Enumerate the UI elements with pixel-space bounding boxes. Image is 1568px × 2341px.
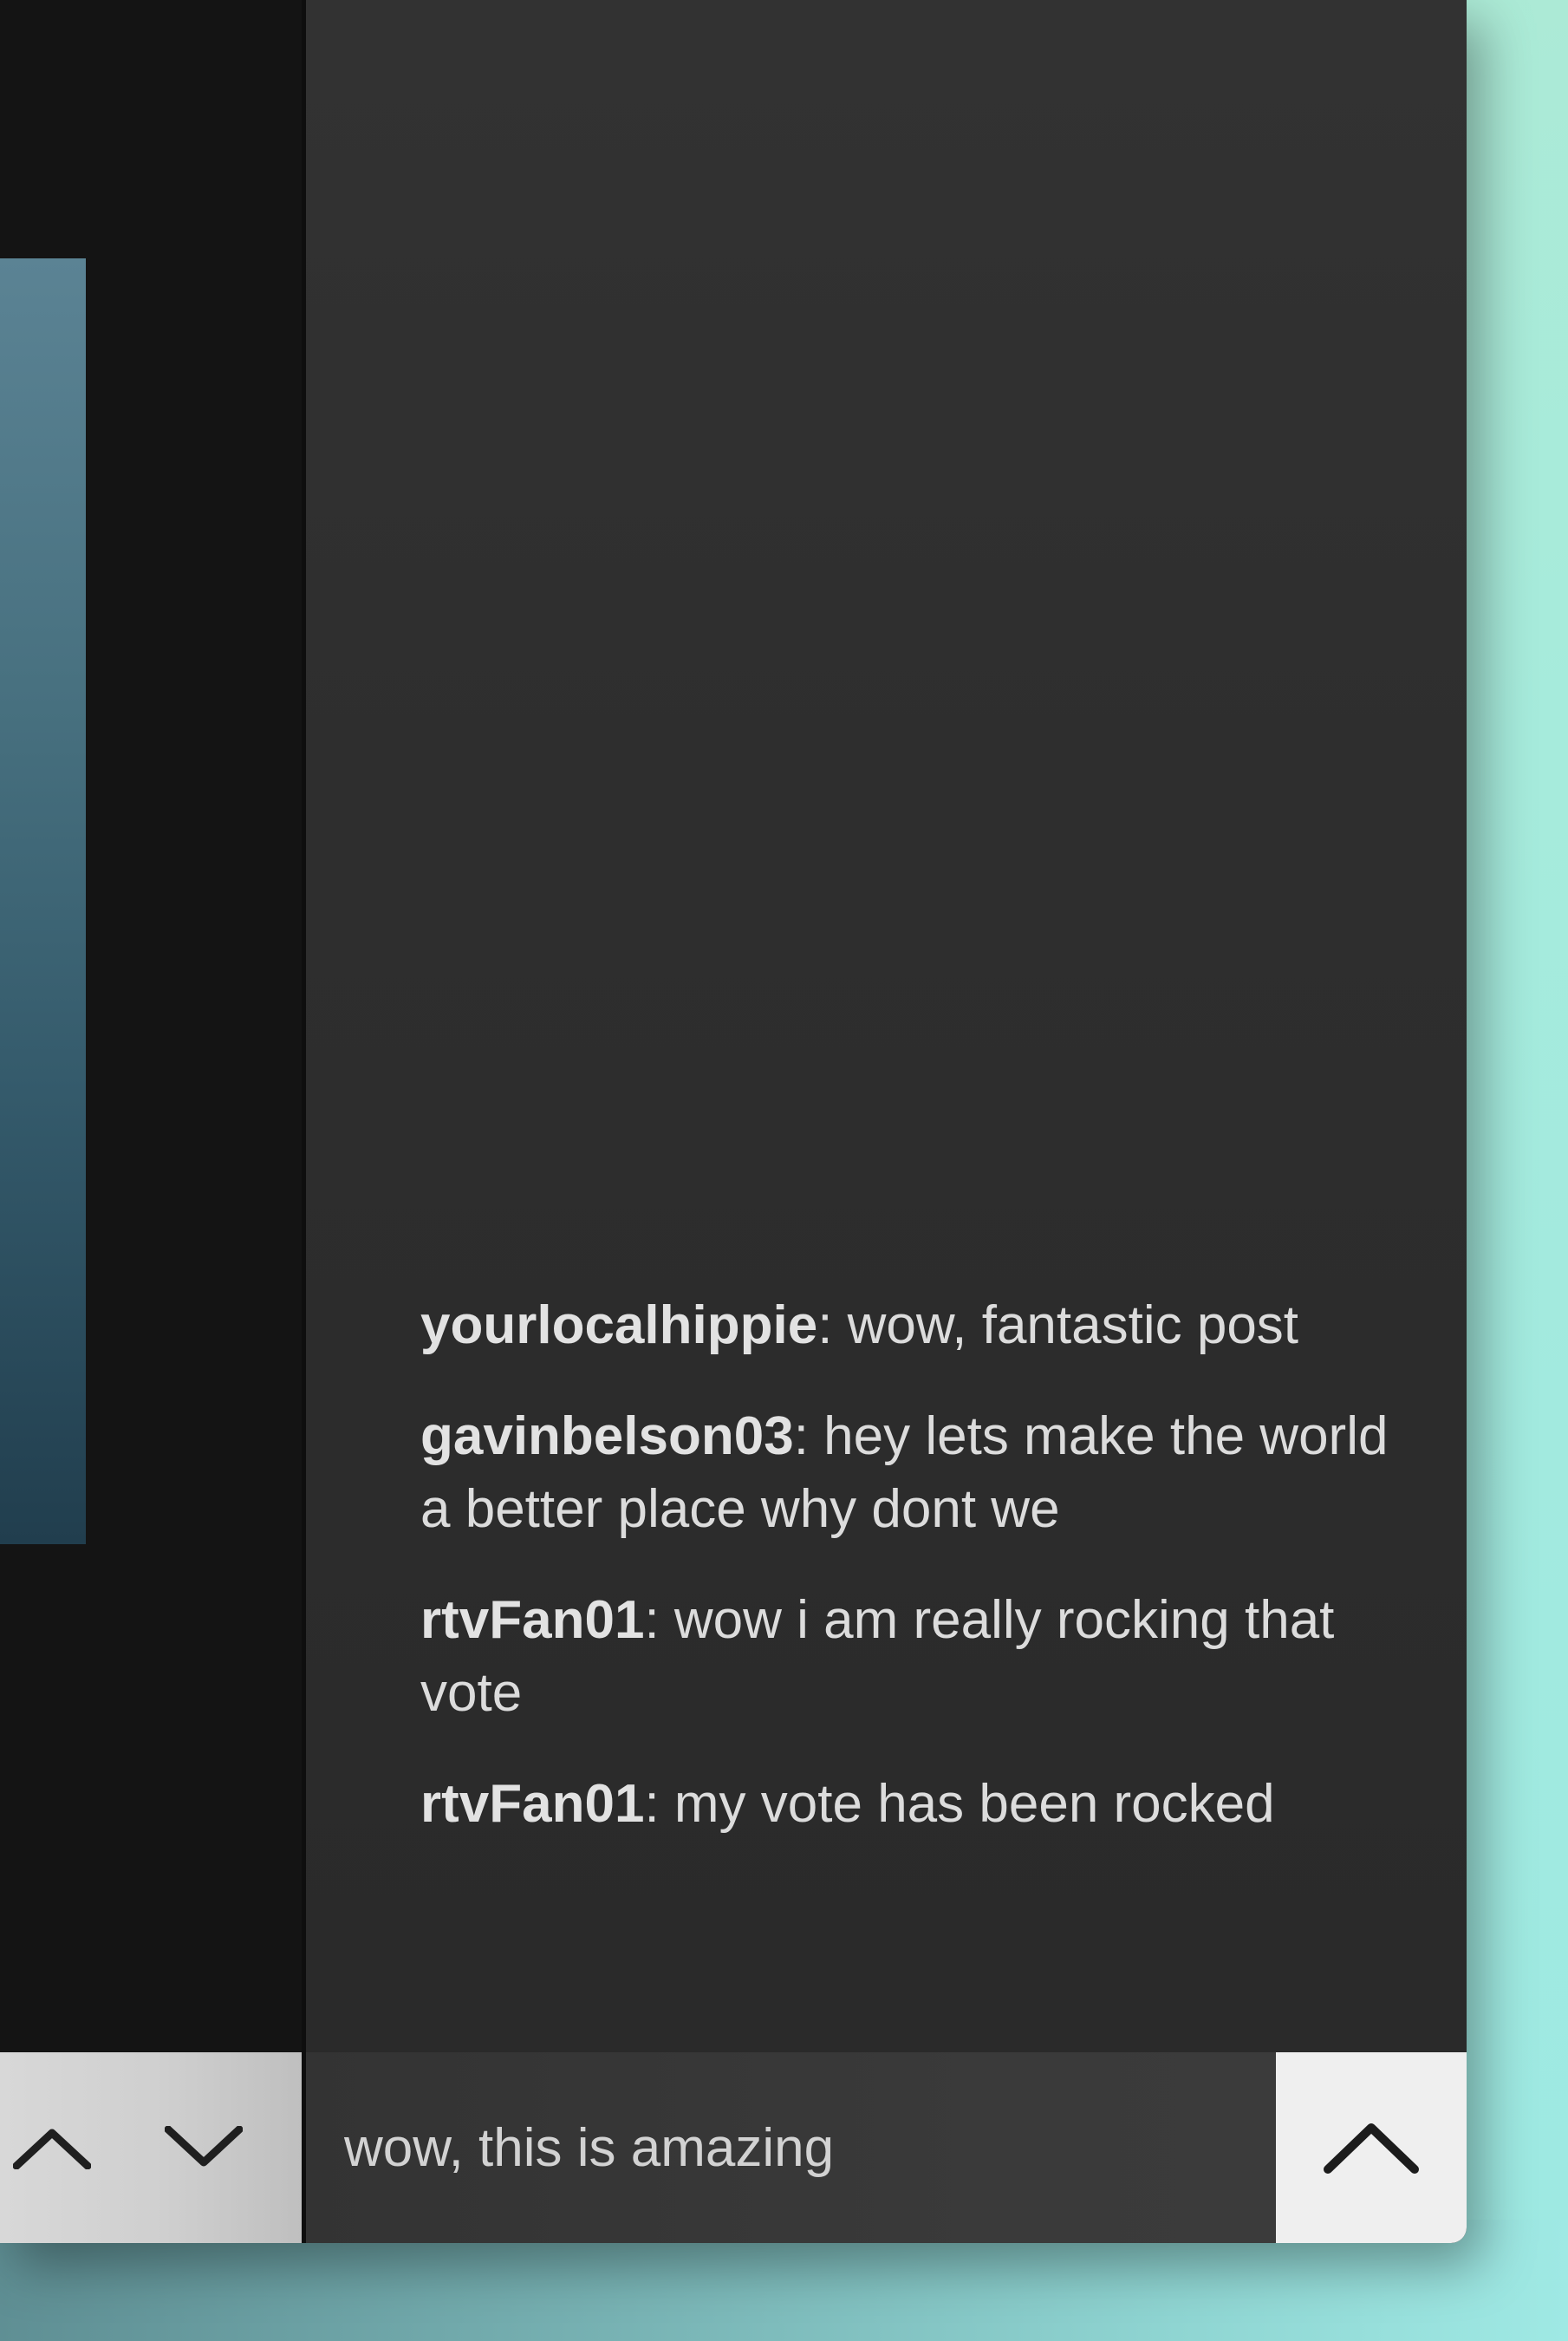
chat-separator: : bbox=[644, 1774, 674, 1834]
chat-message-input[interactable] bbox=[306, 2052, 1277, 2243]
media-pane bbox=[0, 0, 302, 2052]
send-button[interactable] bbox=[1276, 2052, 1467, 2243]
downvote-button[interactable] bbox=[152, 2052, 256, 2243]
chat-pane: yourlocalhippie: wow, fantastic post gav… bbox=[306, 0, 1467, 2052]
chat-text: my vote has been rocked bbox=[673, 1774, 1275, 1834]
chevron-down-icon bbox=[165, 2126, 243, 2167]
chat-message: rtvFan01: wow i am really rocking that v… bbox=[420, 1584, 1400, 1730]
chat-message-list: yourlocalhippie: wow, fantastic post gav… bbox=[420, 1289, 1400, 1879]
chat-message: rtvFan01: my vote has been rocked bbox=[420, 1768, 1400, 1841]
chat-username: rtvFan01 bbox=[420, 1774, 645, 1834]
post-image bbox=[0, 258, 86, 1544]
chat-username: gavinbelson03 bbox=[420, 1406, 794, 1466]
chat-username: yourlocalhippie bbox=[420, 1295, 818, 1355]
chat-composer bbox=[306, 2052, 1467, 2243]
upvote-button[interactable] bbox=[0, 2052, 104, 2243]
chat-username: rtvFan01 bbox=[420, 1590, 645, 1650]
chat-separator: : bbox=[644, 1590, 674, 1650]
app-window: yourlocalhippie: wow, fantastic post gav… bbox=[0, 0, 1467, 2243]
chat-message: yourlocalhippie: wow, fantastic post bbox=[420, 1289, 1400, 1362]
vote-bar bbox=[0, 2052, 302, 2243]
chevron-up-icon bbox=[1324, 2123, 1419, 2174]
chevron-up-icon bbox=[13, 2129, 91, 2169]
chat-text: wow, fantastic post bbox=[847, 1295, 1299, 1355]
chat-message: gavinbelson03: hey lets make the world a… bbox=[420, 1400, 1400, 1546]
chat-separator: : bbox=[817, 1295, 848, 1355]
chat-separator: : bbox=[793, 1406, 824, 1466]
